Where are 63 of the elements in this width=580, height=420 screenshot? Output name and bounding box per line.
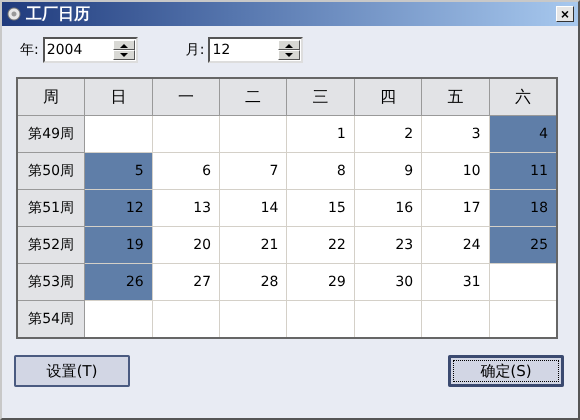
column-header: 六 [489, 78, 557, 116]
day-cell[interactable]: 11 [489, 152, 557, 190]
day-cell[interactable]: 7 [220, 152, 287, 190]
column-header: 周 [17, 78, 85, 116]
week-label: 第53周 [17, 264, 85, 300]
column-header: 一 [152, 78, 220, 116]
app-icon [6, 6, 22, 22]
column-header: 二 [220, 78, 287, 116]
day-cell[interactable]: 9 [354, 152, 422, 190]
day-cell[interactable]: 19 [84, 226, 152, 264]
day-cell[interactable]: 29 [286, 264, 354, 300]
week-label: 第50周 [17, 152, 85, 190]
week-label: 第52周 [17, 226, 85, 264]
ok-button[interactable]: 确定(S) [448, 355, 564, 387]
day-cell[interactable]: 2 [354, 116, 422, 152]
day-cell[interactable] [489, 264, 557, 300]
day-cell[interactable] [220, 300, 287, 338]
day-cell[interactable]: 5 [84, 152, 152, 190]
day-cell[interactable] [152, 116, 220, 152]
day-cell[interactable]: 28 [220, 264, 287, 300]
day-cell[interactable]: 6 [152, 152, 220, 190]
day-cell[interactable] [220, 116, 287, 152]
month-label: 月: [186, 41, 204, 59]
year-label: 年: [20, 41, 39, 59]
day-cell[interactable]: 27 [152, 264, 220, 300]
day-cell[interactable] [152, 300, 220, 338]
day-cell[interactable]: 16 [354, 190, 422, 226]
day-cell[interactable] [84, 116, 152, 152]
window-title: 工厂日历 [26, 4, 91, 24]
day-cell[interactable]: 25 [489, 226, 557, 264]
day-cell[interactable]: 24 [422, 226, 490, 264]
day-cell[interactable]: 14 [220, 190, 287, 226]
day-cell[interactable]: 26 [84, 264, 152, 300]
day-cell[interactable]: 31 [422, 264, 490, 300]
day-cell[interactable] [489, 300, 557, 338]
day-cell[interactable]: 8 [286, 152, 354, 190]
day-cell[interactable]: 21 [220, 226, 287, 264]
week-label: 第54周 [17, 300, 85, 338]
day-cell[interactable]: 13 [152, 190, 220, 226]
week-label: 第51周 [17, 190, 85, 226]
close-button[interactable]: × [556, 6, 574, 22]
day-cell[interactable]: 20 [152, 226, 220, 264]
day-cell[interactable]: 10 [422, 152, 490, 190]
day-cell[interactable]: 23 [354, 226, 422, 264]
settings-button[interactable]: 设置(T) [14, 355, 130, 387]
day-cell[interactable] [84, 300, 152, 338]
day-cell[interactable] [354, 300, 422, 338]
column-header: 四 [354, 78, 422, 116]
day-cell[interactable]: 17 [422, 190, 490, 226]
day-cell[interactable]: 4 [489, 116, 557, 152]
day-cell[interactable]: 18 [489, 190, 557, 226]
column-header: 日 [84, 78, 152, 116]
day-cell[interactable]: 3 [422, 116, 490, 152]
day-cell[interactable]: 30 [354, 264, 422, 300]
week-label: 第49周 [17, 116, 85, 152]
day-cell[interactable]: 15 [286, 190, 354, 226]
day-cell[interactable] [422, 300, 490, 338]
column-header: 五 [422, 78, 490, 116]
day-cell[interactable]: 22 [286, 226, 354, 264]
day-cell[interactable] [286, 300, 354, 338]
column-header: 三 [286, 78, 354, 116]
day-cell[interactable]: 12 [84, 190, 152, 226]
day-cell[interactable]: 1 [286, 116, 354, 152]
